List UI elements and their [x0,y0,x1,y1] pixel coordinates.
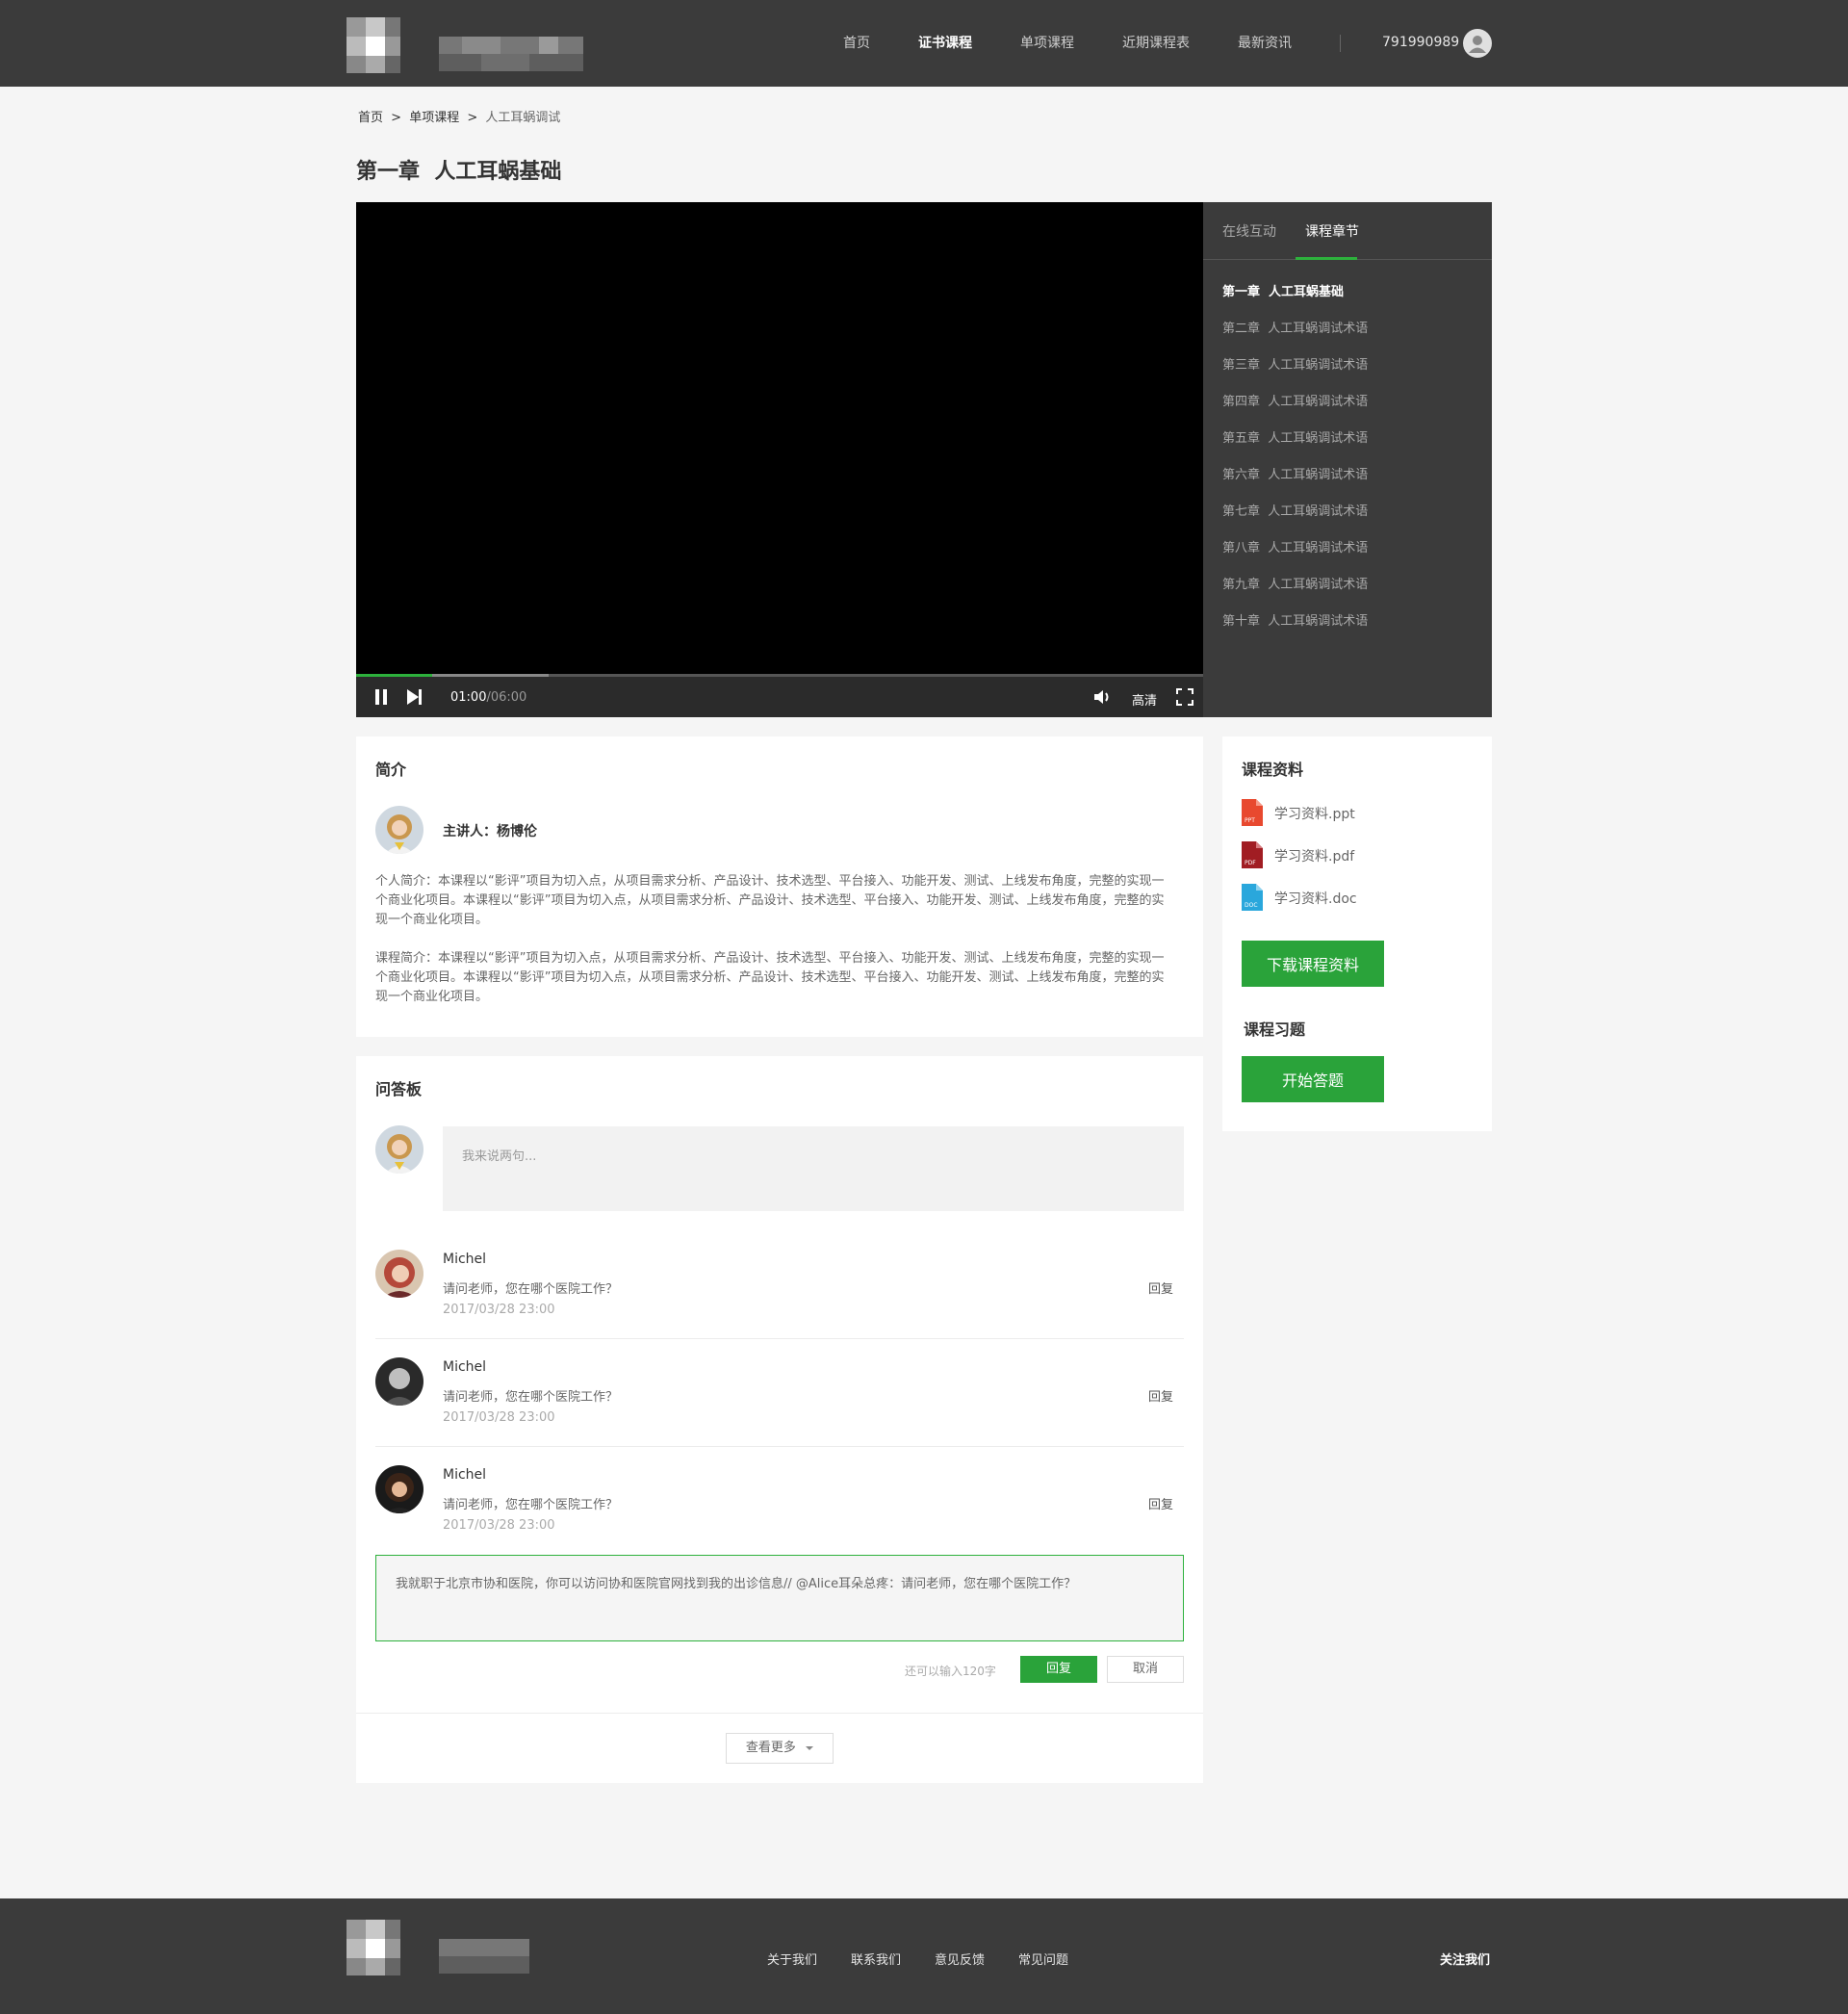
site-footer [0,1898,1848,2014]
reply-link[interactable]: 回复 [1148,1386,1173,1405]
materials-heading: 课程资料 [1242,761,1304,779]
comment-time: 2017/03/28 23:00 [443,1518,555,1533]
qa-footer-divider [356,1713,1203,1714]
comment-divider [375,1446,1184,1447]
commenter-avatar [375,1250,424,1298]
chapter-item[interactable]: 第八章 人工耳蜗调试术语 [1222,537,1368,555]
breadcrumb-section[interactable]: 单项课程 [409,111,459,125]
reply-input[interactable]: 我就职于北京市协和医院，你可以访问协和医院官网找到我的出诊信息// @Alice… [375,1555,1184,1641]
footer-link-about[interactable]: 关于我们 [767,1949,817,1968]
file-name[interactable]: 学习资料.pdf [1274,846,1354,865]
start-quiz-button[interactable]: 开始答题 [1242,1056,1384,1102]
file-tag: PDF [1245,860,1256,866]
breadcrumb-current: 人工耳蜗调试 [485,111,561,125]
cancel-reply-button[interactable]: 取消 [1107,1656,1184,1683]
course-intro: 课程简介：本课程以“影评”项目为切入点，从项目需求分析、产品设计、技术选型、平台… [375,951,1165,1004]
comment-divider [375,1338,1184,1339]
commenter-avatar [375,1357,424,1406]
submit-reply-button[interactable]: 回复 [1020,1656,1097,1683]
time-total: /06:00 [486,690,527,705]
tab-chapters[interactable]: 课程章节 [1305,221,1359,241]
doc-file-icon: DOC [1242,884,1263,911]
chapter-panel [1203,202,1492,717]
chapter-item[interactable]: 第二章 人工耳蜗调试术语 [1222,318,1368,336]
load-more-button[interactable]: 查看更多 [726,1733,834,1764]
video-player[interactable] [356,202,1203,717]
breadcrumb-separator: > [391,111,402,125]
commenter-name: Michel [443,1359,487,1375]
comment-text: 请问老师，您在哪个医院工作？ [443,1282,619,1297]
nav-single-courses[interactable]: 单项课程 [1020,33,1074,52]
time-display: 01:00/06:00 [450,690,526,705]
fullscreen-icon[interactable] [1176,688,1194,706]
exercise-heading: 课程习题 [1244,1020,1306,1039]
comment-time: 2017/03/28 23:00 [443,1410,555,1425]
chapter-item[interactable]: 第十章 人工耳蜗调试术语 [1222,610,1368,629]
chapter-item[interactable]: 第五章 人工耳蜗调试术语 [1222,427,1368,446]
nav-certificate-courses[interactable]: 证书课程 [918,33,972,52]
personal-intro: 个人简介：本课程以“影评”项目为切入点，从项目需求分析、产品设计、技术选型、平台… [375,874,1165,927]
footer-link-faq[interactable]: 常见问题 [1018,1949,1068,1968]
presenter-name: 主讲人：杨博伦 [443,824,537,839]
chapter-item[interactable]: 第六章 人工耳蜗调试术语 [1222,464,1368,482]
next-icon[interactable] [406,688,424,706]
file-tag: PPT [1245,817,1255,824]
qa-heading: 问答板 [375,1080,423,1098]
time-current: 01:00 [450,690,487,705]
download-materials-button[interactable]: 下载课程资料 [1242,941,1384,987]
intro-heading: 简介 [375,761,407,779]
ppt-file-icon: PPT [1242,799,1263,826]
breadcrumb-home[interactable]: 首页 [358,111,383,125]
user-id[interactable]: 791990989 [1382,35,1459,50]
tab-active-indicator [1296,257,1357,260]
player-controls: 01:00/06:00 高清 [356,677,1203,717]
char-counter: 还可以输入120字 [905,1665,996,1678]
nav-divider [1340,35,1341,52]
top-header: 首页 证书课程 单项课程 近期课程表 最新资讯 791990989 [0,0,1848,87]
follow-us-link[interactable]: 关注我们 [1440,1949,1490,1968]
presenter-avatar [375,806,424,854]
tab-online-interaction[interactable]: 在线互动 [1222,221,1276,241]
nav-schedule[interactable]: 近期课程表 [1122,33,1190,52]
comment-input[interactable]: 我来说两句... [443,1126,1184,1211]
quality-toggle[interactable]: 高清 [1132,690,1157,709]
file-name[interactable]: 学习资料.doc [1274,889,1357,908]
commenter-name: Michel [443,1252,487,1267]
footer-link-feedback[interactable]: 意见反馈 [935,1949,985,1968]
user-avatar-icon[interactable] [1463,29,1492,58]
page-title: 第一章 人工耳蜗基础 [356,160,562,184]
site-logo[interactable] [346,17,606,73]
nav-news[interactable]: 最新资讯 [1238,33,1292,52]
load-more-label: 查看更多 [745,1741,796,1755]
breadcrumb: 首页 > 单项课程 > 人工耳蜗调试 [356,107,562,125]
pdf-file-icon: PDF [1242,841,1263,868]
chapter-item[interactable]: 第四章 人工耳蜗调试术语 [1222,391,1368,409]
breadcrumb-separator: > [467,111,478,125]
current-user-avatar [375,1125,424,1174]
commenter-avatar [375,1465,424,1513]
caret-down-icon [806,1745,814,1750]
chapter-item[interactable]: 第九章 人工耳蜗调试术语 [1222,574,1368,592]
chapter-item[interactable]: 第一章 人工耳蜗基础 [1222,281,1344,299]
nav-home[interactable]: 首页 [843,33,870,52]
footer-link-contact[interactable]: 联系我们 [851,1949,901,1968]
comment-text: 请问老师，您在哪个医院工作？ [443,1390,619,1405]
pause-icon[interactable] [373,688,389,706]
file-tag: DOC [1245,902,1258,909]
chapter-item[interactable]: 第三章 人工耳蜗调试术语 [1222,354,1368,373]
file-name[interactable]: 学习资料.ppt [1274,804,1355,823]
footer-logo[interactable] [346,1920,539,1975]
reply-link[interactable]: 回复 [1148,1494,1173,1512]
reply-link[interactable]: 回复 [1148,1278,1173,1297]
volume-icon[interactable] [1093,688,1113,706]
chapter-item[interactable]: 第七章 人工耳蜗调试术语 [1222,501,1368,519]
commenter-name: Michel [443,1467,487,1483]
comment-text: 请问老师，您在哪个医院工作？ [443,1498,619,1512]
comment-time: 2017/03/28 23:00 [443,1303,555,1317]
